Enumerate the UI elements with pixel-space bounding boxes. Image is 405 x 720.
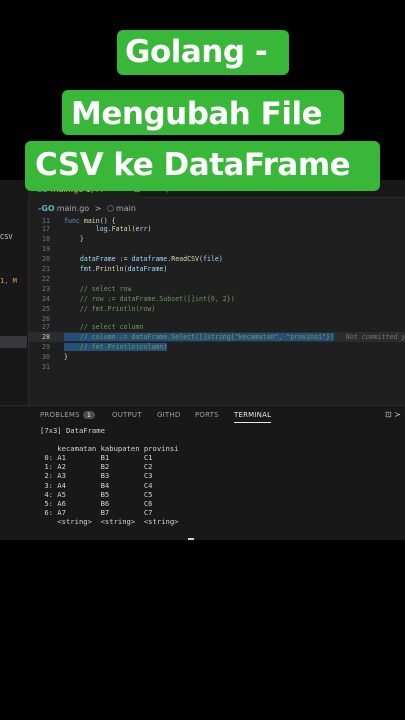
go-file-icon: -GO — [38, 204, 55, 213]
bottom-letterbox — [0, 540, 405, 720]
code-line: 22 — [28, 274, 64, 284]
sidebar-selected-item[interactable] — [0, 336, 27, 348]
line-number: 30 — [42, 353, 50, 361]
terminal-line: 2: A3 B3 C3 — [40, 471, 153, 481]
problems-count-badge: 1 — [82, 411, 96, 419]
line-number: 19 — [42, 245, 50, 253]
tab-problems[interactable]: PROBLEMS 1 — [40, 411, 96, 419]
code-line: 21 fmt.Println(dataFrame) — [28, 264, 167, 274]
line-number: 20 — [42, 255, 50, 263]
code-line: 18 } — [28, 234, 84, 244]
line-number: 23 — [42, 285, 50, 293]
tab-terminal[interactable]: TERMINAL — [234, 411, 272, 423]
breadcrumb: -GO main.go > ⬡ main — [38, 204, 136, 213]
code-line: 24 // row := dataFrame.Subset([]int{0, 2… — [28, 294, 235, 304]
sidebar-fragment-csv[interactable]: CSV — [0, 233, 13, 241]
code-line-current: 28 // column := dataFrame.Select([]strin… — [28, 332, 405, 342]
terminal-line: 6: A7 B7 C7 — [40, 507, 153, 517]
line-number: 18 — [42, 235, 50, 243]
tab-label: PROBLEMS — [40, 411, 80, 419]
line-number: 21 — [42, 265, 50, 273]
terminal-line: [7x3] DataFrame — [40, 426, 105, 435]
terminal-line: kecamatan kabupaten provinsi — [40, 444, 179, 454]
tab-githd[interactable]: GITHD — [157, 411, 180, 419]
code-line: 19 — [28, 244, 64, 254]
terminal-line: 3: A4 B4 C4 — [40, 480, 153, 490]
line-number: 22 — [42, 275, 50, 283]
terminal-icon[interactable]: ⊡ ≻ — [385, 410, 401, 419]
terminal-line: 1: A2 B2 C2 — [40, 462, 153, 472]
terminal-output[interactable]: [7x3] DataFrame kecamatan kabupaten prov… — [40, 426, 178, 526]
tab-output[interactable]: OUTPUT — [112, 411, 142, 419]
terminal-line: 0: A1 B1 C1 — [40, 453, 153, 463]
tab-ports[interactable]: PORTS — [195, 411, 219, 419]
line-number: 28 — [42, 333, 50, 341]
breadcrumb-separator: > — [94, 204, 102, 213]
code-line: 31 — [28, 362, 64, 372]
code-line: 25 // fmt.Println(row) — [28, 304, 155, 314]
sidebar-fragment-modified[interactable]: 1, M — [0, 277, 17, 285]
code-line: 23 // select row — [28, 284, 131, 294]
code-line: 30} — [28, 352, 68, 362]
line-number: 25 — [42, 305, 50, 313]
function-icon: ⬡ — [107, 204, 114, 213]
line-number: 27 — [42, 323, 50, 331]
code-line: 27 // select column — [28, 322, 143, 332]
line-number: 17 — [42, 225, 50, 233]
breadcrumb-symbol[interactable]: main — [116, 204, 136, 213]
title-line-3: CSV ke DataFrame — [35, 147, 351, 183]
title-line-1: Golang - — [125, 34, 268, 70]
terminal-line: 5: A6 B6 C6 — [40, 498, 153, 508]
bottom-panel: PROBLEMS 1 OUTPUT GITHD PORTS TERMINAL ⊡ … — [0, 405, 405, 540]
terminal-line: 4: A5 B5 C5 — [40, 489, 153, 499]
code-line: 17 log.Fatal(err) — [28, 224, 151, 234]
title-line-2: Mengubah File — [71, 96, 323, 132]
line-number: 29 — [42, 343, 50, 351]
git-blame-annotation: Not committed y — [345, 333, 405, 341]
line-number: 31 — [42, 363, 50, 371]
vscode-window: CSV 1, M -GOmain.go 1, M ▦example-sheet.… — [0, 180, 405, 540]
terminal-line: <string> <string> <string> — [40, 516, 179, 526]
code-line: 20 dataFrame := dataframe.ReadCSV(file) — [28, 254, 223, 264]
breadcrumb-file[interactable]: main.go — [57, 204, 90, 213]
line-number: 24 — [42, 295, 50, 303]
code-line: 29 // fmt.Println(column) — [28, 342, 168, 352]
